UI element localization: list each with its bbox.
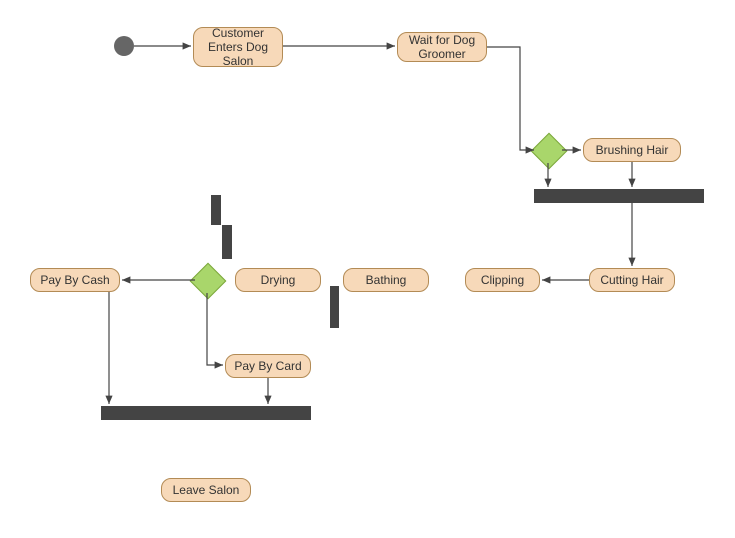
activity-pay-cash: Pay By Cash (30, 268, 120, 292)
bar-segment-1 (211, 195, 221, 225)
activity-drying: Drying (235, 268, 321, 292)
fork-join-bar-2 (101, 406, 311, 420)
activity-label: Customer Enters Dog Salon (198, 26, 278, 68)
activity-brushing: Brushing Hair (583, 138, 681, 162)
activity-wait-groomer: Wait for Dog Groomer (397, 32, 487, 62)
activity-clipping: Clipping (465, 268, 540, 292)
activity-label: Pay By Cash (40, 273, 109, 287)
decision-node-1 (531, 133, 568, 170)
bar-segment-3 (330, 286, 339, 328)
activity-label: Drying (261, 273, 296, 287)
fork-join-bar-1 (534, 189, 704, 203)
activity-label: Wait for Dog Groomer (402, 33, 482, 61)
activity-label: Brushing Hair (596, 143, 669, 157)
initial-node (114, 36, 134, 56)
decision-node-2 (190, 263, 227, 300)
bar-segment-2 (222, 225, 232, 259)
activity-enter-salon: Customer Enters Dog Salon (193, 27, 283, 67)
activity-label: Cutting Hair (600, 273, 663, 287)
activity-leave-salon: Leave Salon (161, 478, 251, 502)
activity-label: Bathing (366, 273, 407, 287)
activity-bathing: Bathing (343, 268, 429, 292)
activity-label: Clipping (481, 273, 524, 287)
activity-label: Pay By Card (234, 359, 301, 373)
activity-label: Leave Salon (173, 483, 240, 497)
activity-cutting: Cutting Hair (589, 268, 675, 292)
activity-pay-card: Pay By Card (225, 354, 311, 378)
